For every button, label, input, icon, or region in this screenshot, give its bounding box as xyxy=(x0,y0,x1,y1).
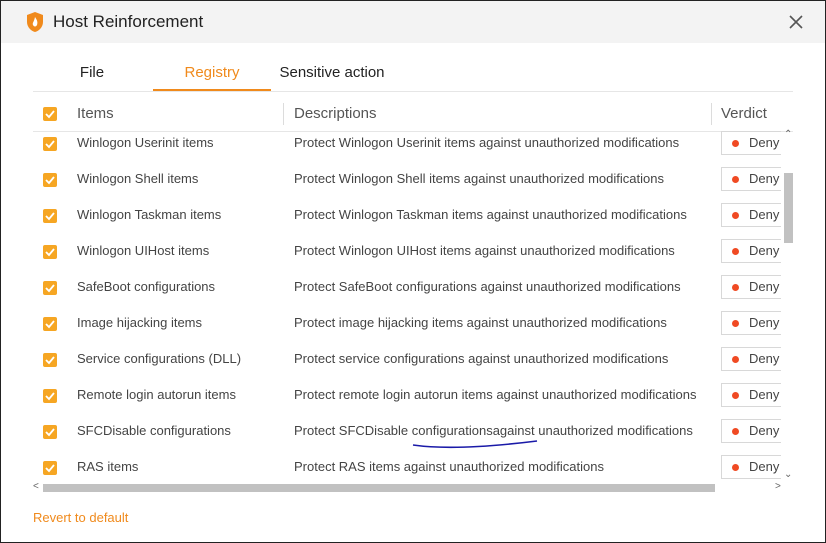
deny-dot-icon xyxy=(732,284,739,291)
handwritten-underline-annotation xyxy=(412,440,538,449)
row-checkbox[interactable] xyxy=(43,209,57,223)
verdict-dropdown[interactable]: Deny xyxy=(721,311,781,335)
row-checkbox[interactable] xyxy=(43,389,57,403)
table-row: Winlogon Taskman items Protect Winlogon … xyxy=(33,197,781,233)
title-bar: Host Reinforcement xyxy=(1,1,825,43)
tab-bar: File Registry Sensitive action xyxy=(33,57,793,92)
verdict-dropdown[interactable]: Deny xyxy=(721,239,781,263)
verdict-label: Deny xyxy=(749,171,780,186)
row-item-name: RAS items xyxy=(77,459,139,474)
row-description: Protect image hijacking items against un… xyxy=(294,315,667,330)
verdict-label: Deny xyxy=(749,315,780,330)
row-checkbox[interactable] xyxy=(43,137,57,151)
verdict-dropdown[interactable]: Deny xyxy=(721,455,781,479)
row-item-name: Winlogon Shell items xyxy=(77,171,199,186)
row-checkbox[interactable] xyxy=(43,317,57,331)
horizontal-scrollbar[interactable]: < > xyxy=(33,481,793,495)
row-item-name: SafeBoot configurations xyxy=(77,279,216,294)
close-icon[interactable] xyxy=(785,11,807,33)
row-item-name: SFCDisable configurations xyxy=(77,423,231,438)
row-checkbox[interactable] xyxy=(43,425,57,439)
verdict-dropdown[interactable]: Deny xyxy=(721,275,781,299)
column-divider xyxy=(711,103,712,125)
host-reinforcement-window: Host Reinforcement File Registry Sensiti… xyxy=(0,0,826,543)
row-item-name: Service configurations (DLL) xyxy=(77,351,242,366)
row-description: Protect SafeBoot configurations against … xyxy=(294,279,681,294)
deny-dot-icon xyxy=(732,356,739,363)
row-checkbox[interactable] xyxy=(43,353,57,367)
table-row: SFCDisable configurations Protect SFCDis… xyxy=(33,413,781,449)
table-row: Winlogon UIHost items Protect Winlogon U… xyxy=(33,233,781,269)
table-row: Winlogon Shell items Protect Winlogon Sh… xyxy=(33,161,781,197)
row-description: Protect service configurations against u… xyxy=(294,351,669,366)
table-row: Winlogon Userinit items Protect Winlogon… xyxy=(33,125,781,161)
window-title: Host Reinforcement xyxy=(53,12,204,31)
revert-to-default-link[interactable]: Revert to default xyxy=(33,510,128,525)
verdict-dropdown[interactable]: Deny xyxy=(721,167,781,191)
table-row: Image hijacking items Protect image hija… xyxy=(33,305,781,341)
row-description: Protect Winlogon UIHost items against un… xyxy=(294,243,675,258)
verdict-dropdown[interactable]: Deny xyxy=(721,419,781,443)
scroll-left-icon[interactable]: < xyxy=(33,481,39,492)
table-row: Remote login autorun items Protect remot… xyxy=(33,377,781,413)
row-description: Protect remote login autorun items again… xyxy=(294,387,697,402)
verdict-label: Deny xyxy=(749,459,780,474)
verdict-label: Deny xyxy=(749,207,780,222)
deny-dot-icon xyxy=(732,392,739,399)
vertical-scrollbar[interactable]: ⌃ ⌄ xyxy=(781,129,795,483)
table-row: SafeBoot configurations Protect SafeBoot… xyxy=(33,269,781,305)
scroll-right-icon[interactable]: > xyxy=(775,481,781,492)
row-description: Protect Winlogon Taskman items against u… xyxy=(294,207,687,222)
verdict-dropdown[interactable]: Deny xyxy=(721,347,781,371)
row-checkbox[interactable] xyxy=(43,281,57,295)
row-item-name: Remote login autorun items xyxy=(77,387,236,402)
row-item-name: Winlogon UIHost items xyxy=(77,243,210,258)
deny-dot-icon xyxy=(732,140,739,147)
tab-sensitive-action[interactable]: Sensitive action xyxy=(273,57,391,89)
select-all-checkbox[interactable] xyxy=(43,107,57,121)
row-checkbox[interactable] xyxy=(43,173,57,187)
row-checkbox[interactable] xyxy=(43,461,57,475)
table-body: Winlogon Userinit items Protect Winlogon… xyxy=(33,125,781,483)
verdict-label: Deny xyxy=(749,243,780,258)
flame-shield-icon xyxy=(27,12,43,32)
row-description: Protect RAS items against unauthorized m… xyxy=(294,459,604,474)
row-item-name: Image hijacking items xyxy=(77,315,202,330)
tab-file[interactable]: File xyxy=(33,57,151,89)
row-description: Protect Winlogon Userinit items against … xyxy=(294,135,680,150)
horizontal-scroll-thumb[interactable] xyxy=(43,484,715,492)
scroll-up-icon[interactable]: ⌃ xyxy=(784,129,792,140)
scroll-down-icon[interactable]: ⌄ xyxy=(784,469,792,480)
verdict-label: Deny xyxy=(749,135,780,150)
column-divider xyxy=(283,103,284,125)
deny-dot-icon xyxy=(732,176,739,183)
verdict-dropdown[interactable]: Deny xyxy=(721,131,781,155)
deny-dot-icon xyxy=(732,320,739,327)
row-checkbox[interactable] xyxy=(43,245,57,259)
table-row: Service configurations (DLL) Protect ser… xyxy=(33,341,781,377)
tab-registry[interactable]: Registry xyxy=(153,57,271,91)
verdict-dropdown[interactable]: Deny xyxy=(721,203,781,227)
deny-dot-icon xyxy=(732,464,739,471)
vertical-scroll-thumb[interactable] xyxy=(784,173,793,243)
table-row: RAS items Protect RAS items against unau… xyxy=(33,449,781,483)
verdict-label: Deny xyxy=(749,279,780,294)
verdict-dropdown[interactable]: Deny xyxy=(721,383,781,407)
row-item-name: Winlogon Userinit items xyxy=(77,135,214,150)
row-description: Protect Winlogon Shell items against una… xyxy=(294,171,664,186)
deny-dot-icon xyxy=(732,428,739,435)
deny-dot-icon xyxy=(732,212,739,219)
verdict-label: Deny xyxy=(749,423,780,438)
verdict-label: Deny xyxy=(749,387,780,402)
deny-dot-icon xyxy=(732,248,739,255)
verdict-label: Deny xyxy=(749,351,780,366)
row-item-name: Winlogon Taskman items xyxy=(77,207,222,222)
